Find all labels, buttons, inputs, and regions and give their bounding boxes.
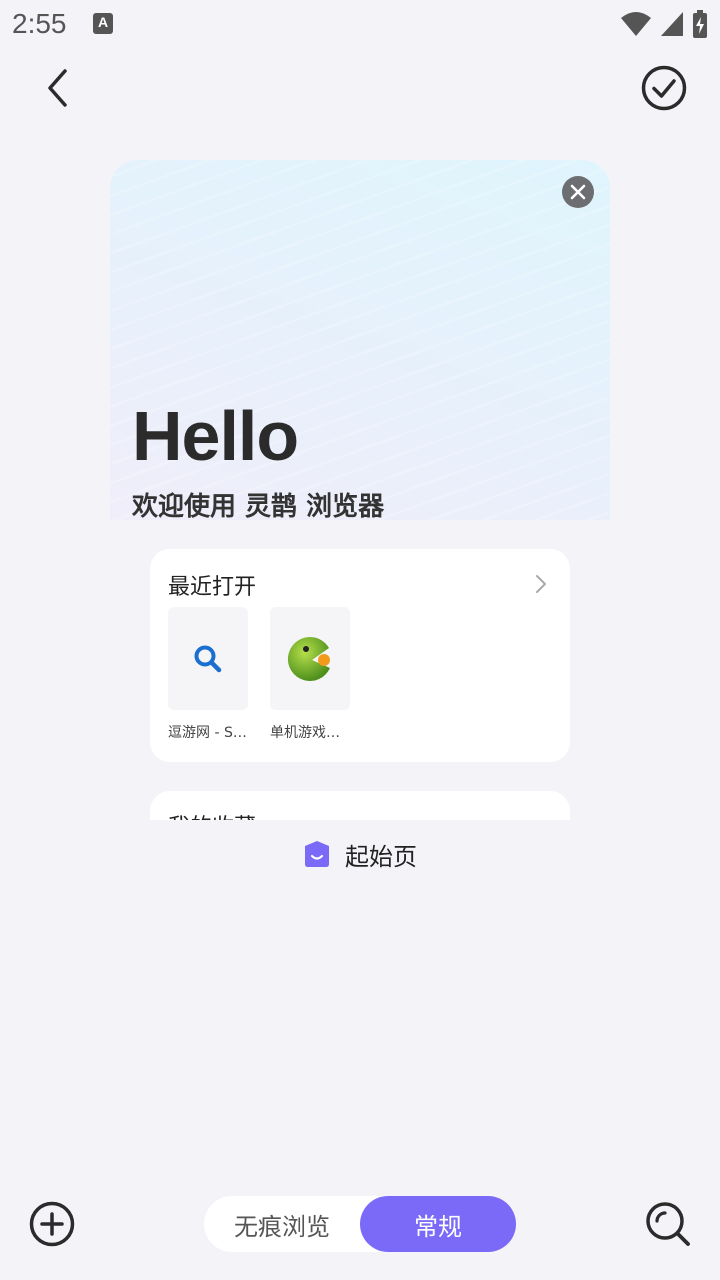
- back-button[interactable]: [34, 64, 82, 112]
- search-icon: [646, 1202, 690, 1246]
- browsing-mode-switch: 无痕浏览 常规: [204, 1196, 516, 1252]
- recent-item-label: 逗游网 - Se...: [168, 725, 250, 741]
- tab-title: 起始页: [345, 842, 417, 871]
- done-button[interactable]: [638, 62, 690, 114]
- notification-icon: A: [93, 13, 113, 34]
- battery-charging-icon: [693, 10, 707, 38]
- recent-item[interactable]: 逗游网 - Se...: [168, 607, 250, 742]
- check-circle-icon: [641, 65, 687, 111]
- recent-card: 最近打开 逗游网 - Se... 单机游戏下...: [150, 549, 570, 762]
- favorites-title: 我的收藏: [168, 809, 256, 820]
- tab-label-row: 起始页: [0, 836, 720, 872]
- close-icon: [570, 184, 586, 200]
- browser-logo-icon: [305, 841, 329, 867]
- status-icons: [620, 9, 708, 39]
- new-tab-button[interactable]: [28, 1200, 76, 1248]
- close-tab-button[interactable]: [562, 176, 594, 208]
- status-time: 2:55: [12, 8, 67, 39]
- chevron-left-icon: [48, 69, 67, 107]
- tab-switcher-screen: 2:55 A Hello 欢迎使用 灵鹊 浏览器 最近打开 逗游网 - Se..…: [0, 0, 720, 1280]
- recent-item[interactable]: 单机游戏下...: [270, 607, 352, 742]
- signal-icon: [661, 12, 683, 36]
- recent-title: 最近打开: [168, 575, 257, 600]
- chevron-right-icon[interactable]: [532, 573, 550, 595]
- search-icon: [194, 645, 222, 672]
- recent-thumb: [168, 607, 248, 710]
- wifi-icon: [621, 12, 651, 36]
- recent-thumb: [270, 607, 350, 710]
- status-bar: 2:55 A: [0, 0, 720, 50]
- recent-item-label: 单机游戏下...: [270, 725, 352, 741]
- tab-card[interactable]: Hello 欢迎使用 灵鹊 浏览器 最近打开 逗游网 - Se... 单机游戏下…: [110, 160, 610, 820]
- incognito-mode-tab[interactable]: 无痕浏览: [204, 1196, 360, 1252]
- normal-mode-tab[interactable]: 常规: [360, 1196, 516, 1252]
- plus-circle-icon: [29, 1201, 75, 1247]
- favorites-card: 我的收藏: [150, 791, 570, 820]
- game-logo-icon: [287, 636, 330, 681]
- hello-heading: Hello: [132, 397, 299, 475]
- search-tabs-button[interactable]: [642, 1198, 694, 1250]
- welcome-text: 欢迎使用 灵鹊 浏览器: [132, 492, 385, 522]
